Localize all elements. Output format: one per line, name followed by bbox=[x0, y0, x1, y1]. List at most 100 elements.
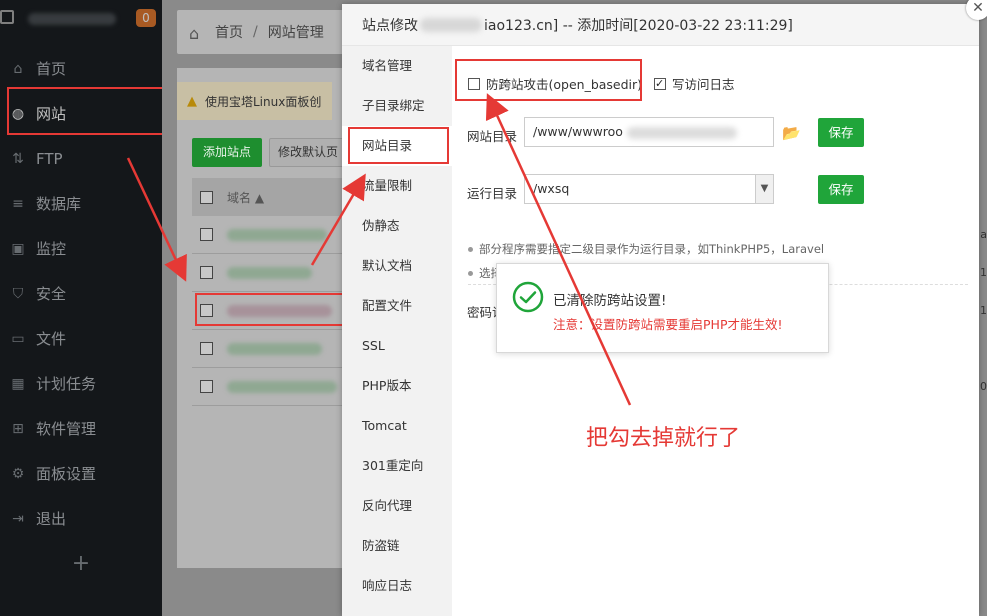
home-icon[interactable]: ⌂ bbox=[189, 24, 207, 43]
select-all-checkbox[interactable] bbox=[200, 190, 213, 204]
modal-nav-log[interactable]: 响应日志 bbox=[342, 566, 452, 606]
ftp-icon: ⇅ bbox=[12, 150, 24, 167]
modal-nav-default-doc[interactable]: 默认文档 bbox=[342, 246, 452, 286]
row-checkbox[interactable] bbox=[200, 228, 213, 241]
folder-open-icon[interactable]: 📂 bbox=[782, 124, 801, 142]
close-modal-button[interactable]: ✕ bbox=[966, 0, 987, 20]
toast-message: 已清除防跨站设置! bbox=[553, 293, 667, 309]
sidebar-item-security[interactable]: ⛉ 安全 bbox=[0, 271, 162, 316]
sidebar-item-label: 数据库 bbox=[36, 195, 82, 213]
edge-text: a bbox=[980, 228, 987, 241]
folder-icon: ▭ bbox=[11, 330, 25, 347]
modal-nav-tomcat[interactable]: Tomcat bbox=[342, 406, 452, 446]
sidebar-item-label: 软件管理 bbox=[36, 420, 97, 438]
globe-icon: ◍ bbox=[11, 105, 25, 122]
modal-nav: 域名管理 子目录绑定 网站目录 流量限制 伪静态 默认文档 配置文件 SSL P… bbox=[342, 46, 452, 616]
modal-nav-redirect[interactable]: 301重定向 bbox=[342, 446, 452, 486]
sidebar-item-label: 首页 bbox=[36, 60, 67, 78]
sidebar-item-label: 安全 bbox=[36, 285, 67, 303]
server-icon bbox=[0, 10, 14, 24]
site-dir-input[interactable]: /www/wwwroo bbox=[524, 117, 774, 147]
modal-nav-domain[interactable]: 域名管理 bbox=[342, 46, 452, 86]
anti-xss-label[interactable]: 防跨站攻击(open_basedir) bbox=[486, 74, 642, 93]
edge-text: 1 bbox=[980, 304, 987, 317]
table-row bbox=[192, 292, 342, 330]
modal-nav-hotlink[interactable]: 防盗链 bbox=[342, 526, 452, 566]
sidebar-item-database[interactable]: ≡ 数据库 bbox=[0, 181, 162, 226]
success-toast: 已清除防跨站设置! 注意：设置防跨站需要重启PHP才能生效! bbox=[496, 263, 829, 353]
table-row bbox=[192, 254, 342, 292]
modal-nav-rewrite[interactable]: 伪静态 bbox=[342, 206, 452, 246]
save-run-dir-button[interactable]: 保存 bbox=[818, 175, 864, 204]
run-dir-select[interactable]: /wxsq ▼ bbox=[524, 174, 774, 204]
warning-banner: ▲ 使用宝塔Linux面板创 bbox=[177, 82, 332, 120]
modal-nav-proxy[interactable]: 反向代理 bbox=[342, 486, 452, 526]
row-checkbox[interactable] bbox=[200, 266, 213, 279]
table-row bbox=[192, 216, 342, 254]
save-site-dir-button[interactable]: 保存 bbox=[818, 118, 864, 147]
sidebar-menu: ⌂ 首页 ◍ 网站 ⇅ FTP ≡ 数据库 ▣ 监控 ⛉ 安全 ▭ 文件 ▦ 计划任务 ⊞ 软件管… bbox=[0, 46, 162, 541]
home-icon: ⌂ bbox=[13, 60, 23, 77]
column-domain[interactable]: 域名 ▲ bbox=[227, 189, 264, 206]
modal-nav-php[interactable]: PHP版本 bbox=[342, 366, 452, 406]
sidebar-item-label: 退出 bbox=[36, 510, 67, 528]
domain-blurred bbox=[227, 304, 332, 317]
sidebar-item-label: 计划任务 bbox=[36, 375, 97, 393]
gear-icon: ⚙ bbox=[11, 465, 25, 482]
row-checkbox[interactable] bbox=[200, 380, 213, 393]
domain-blurred bbox=[227, 380, 337, 393]
access-log-label[interactable]: 写访问日志 bbox=[672, 74, 735, 93]
sidebar-item-home[interactable]: ⌂ 首页 bbox=[0, 46, 162, 91]
table-row bbox=[192, 368, 342, 406]
modal-title-suffix: iao123.cn] -- 添加时间[2020-03-22 23:11:29] bbox=[484, 17, 793, 34]
check-circle-icon bbox=[512, 281, 544, 313]
domain-blurred bbox=[227, 228, 327, 241]
sidebar-item-files[interactable]: ▭ 文件 bbox=[0, 316, 162, 361]
row-checkbox[interactable] bbox=[200, 304, 213, 317]
breadcrumb-home[interactable]: 首页 bbox=[215, 22, 243, 42]
modal-title-prefix: 站点修改 bbox=[362, 17, 418, 34]
anti-xss-checkbox[interactable] bbox=[468, 77, 480, 90]
add-icon[interactable]: + bbox=[0, 551, 162, 576]
modal-nav-traffic[interactable]: 流量限制 bbox=[342, 166, 452, 206]
access-log-option[interactable]: 写访问日志 bbox=[654, 74, 735, 93]
bullet-icon bbox=[468, 271, 473, 276]
add-site-button[interactable]: 添加站点 bbox=[192, 138, 262, 167]
modal-nav-subdir[interactable]: 子目录绑定 bbox=[342, 86, 452, 126]
sidebar-item-label: 监控 bbox=[36, 240, 67, 258]
sidebar-item-label: 网站 bbox=[36, 105, 67, 123]
edit-default-page-button[interactable]: 修改默认页 bbox=[269, 138, 347, 167]
monitor-icon: ▣ bbox=[11, 240, 25, 257]
sidebar-item-monitor[interactable]: ▣ 监控 bbox=[0, 226, 162, 271]
sidebar-item-website[interactable]: ◍ 网站 bbox=[0, 91, 162, 136]
shield-icon: ⛉ bbox=[12, 285, 24, 302]
notification-badge[interactable]: 0 bbox=[136, 9, 156, 27]
sidebar-item-ftp[interactable]: ⇅ FTP bbox=[0, 136, 162, 181]
chevron-down-icon[interactable]: ▼ bbox=[755, 175, 773, 203]
table-row bbox=[192, 330, 342, 368]
sidebar-item-label: 文件 bbox=[36, 330, 67, 348]
sidebar-item-software[interactable]: ⊞ 软件管理 bbox=[0, 406, 162, 451]
path-blurred bbox=[626, 126, 737, 139]
modal-nav-site-dir[interactable]: 网站目录 bbox=[342, 126, 452, 166]
anti-xss-option[interactable]: 防跨站攻击(open_basedir) bbox=[468, 74, 642, 93]
domain-blurred bbox=[227, 342, 322, 355]
edge-text: 0 bbox=[980, 380, 987, 393]
run-dir-value: /wxsq bbox=[533, 181, 570, 196]
modal-nav-config[interactable]: 配置文件 bbox=[342, 286, 452, 326]
sidebar-item-settings[interactable]: ⚙ 面板设置 bbox=[0, 451, 162, 496]
modal-nav-ssl[interactable]: SSL bbox=[342, 326, 452, 366]
row-checkbox[interactable] bbox=[200, 342, 213, 355]
tip-run-dir: 部分程序需要指定二级目录作为运行目录，如ThinkPHP5，Laravel bbox=[468, 241, 824, 257]
domain-blurred bbox=[420, 17, 482, 32]
sidebar-header: 0 bbox=[0, 0, 162, 38]
access-log-checkbox[interactable] bbox=[654, 77, 666, 90]
domain-blurred bbox=[227, 266, 312, 279]
breadcrumb-current: 网站管理 bbox=[267, 25, 324, 41]
server-name-blurred bbox=[28, 13, 116, 25]
bullet-icon bbox=[468, 247, 473, 252]
sidebar-item-logout[interactable]: ⇥ 退出 bbox=[0, 496, 162, 541]
site-dir-value: /www/wwwroo bbox=[533, 124, 623, 139]
sidebar-item-cron[interactable]: ▦ 计划任务 bbox=[0, 361, 162, 406]
tip-text: 部分程序需要指定二级目录作为运行目录，如ThinkPHP5，Laravel bbox=[479, 242, 825, 256]
